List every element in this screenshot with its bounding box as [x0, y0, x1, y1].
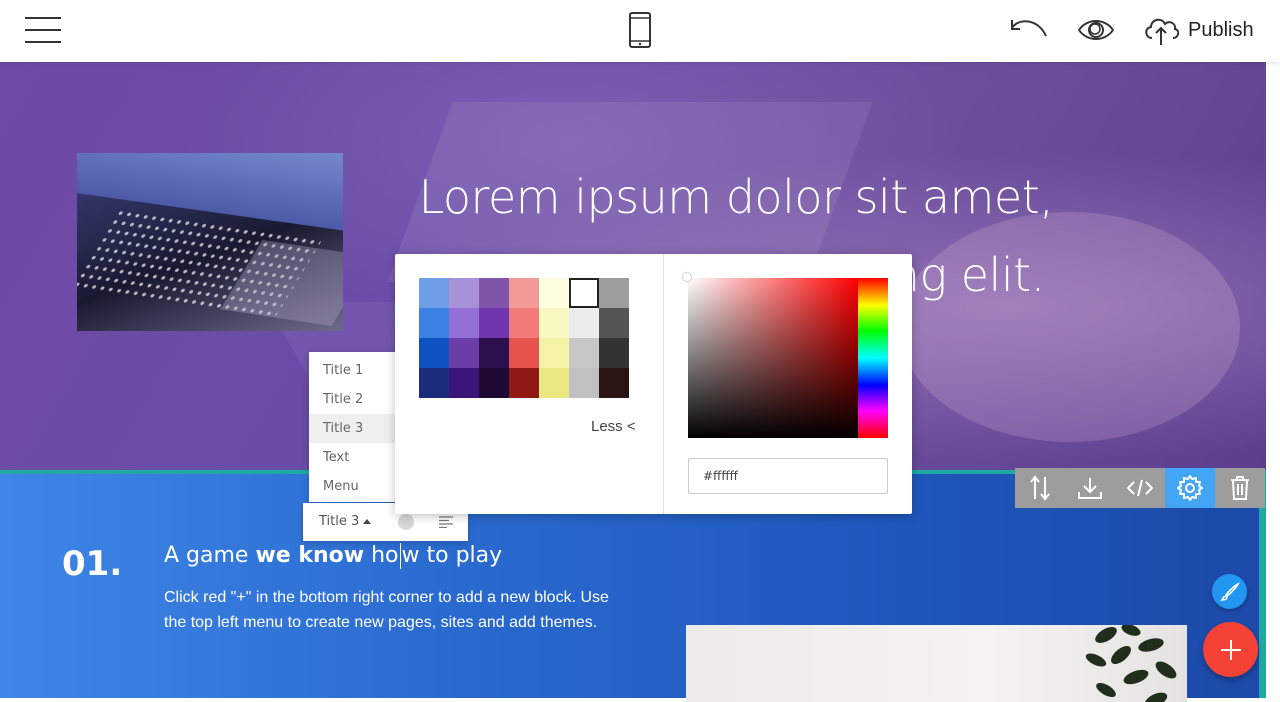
eye-icon[interactable]: [1077, 17, 1115, 43]
text-style-select[interactable]: Title 3: [319, 514, 372, 529]
color-swatch[interactable]: [509, 308, 539, 338]
color-swatch[interactable]: [419, 368, 449, 398]
picker-divider: [663, 254, 664, 514]
align-left-icon[interactable]: [438, 516, 454, 528]
hex-color-input[interactable]: [688, 458, 888, 494]
trash-icon[interactable]: [1215, 468, 1265, 508]
color-swatch[interactable]: [449, 308, 479, 338]
move-updown-icon[interactable]: [1015, 468, 1065, 508]
menu-item-title-2[interactable]: Title 2: [309, 385, 395, 414]
gear-icon[interactable]: [1165, 468, 1215, 508]
save-block-icon[interactable]: [1065, 468, 1115, 508]
color-swatch[interactable]: [479, 278, 509, 308]
text-style-menu: Title 1 Title 2 Title 3 Text Menu: [309, 352, 395, 502]
color-swatch[interactable]: [509, 368, 539, 398]
code-icon[interactable]: [1115, 468, 1165, 508]
color-picker-handle[interactable]: [683, 273, 691, 281]
add-block-button[interactable]: [1203, 622, 1258, 677]
color-swatch[interactable]: [509, 338, 539, 368]
feature-number[interactable]: 01.: [62, 544, 122, 584]
saturation-value-area[interactable]: [688, 278, 858, 438]
hamburger-icon[interactable]: [25, 16, 61, 44]
menu-item-title-1[interactable]: Title 1: [309, 356, 395, 385]
feature-heading[interactable]: A game we know ho w to play: [164, 543, 502, 569]
color-swatch[interactable]: [539, 338, 569, 368]
hero-laptop-image: [77, 153, 343, 331]
feature-image: [686, 625, 1187, 702]
color-swatch[interactable]: [569, 308, 599, 338]
menu-item-text[interactable]: Text: [309, 443, 395, 472]
plant-image: [1085, 625, 1177, 702]
color-swatch[interactable]: [539, 308, 569, 338]
color-swatch[interactable]: [539, 368, 569, 398]
color-swatch[interactable]: [599, 278, 629, 308]
color-picker: Less <: [395, 254, 912, 514]
color-swatch[interactable]: [449, 278, 479, 308]
mobile-phone-icon[interactable]: [629, 12, 651, 48]
less-colors-button[interactable]: Less <: [591, 418, 636, 435]
cloud-upload-icon: [1145, 18, 1180, 45]
color-swatch[interactable]: [449, 368, 479, 398]
text-cursor: [399, 543, 401, 569]
plus-icon: [1220, 639, 1241, 660]
color-swatch[interactable]: [599, 308, 629, 338]
color-swatch[interactable]: [569, 338, 599, 368]
undo-icon[interactable]: [1008, 16, 1048, 42]
color-swatch[interactable]: [479, 338, 509, 368]
color-swatch-grid: [419, 278, 629, 398]
color-swatch[interactable]: [479, 308, 509, 338]
publish-button[interactable]: Publish: [1142, 12, 1254, 48]
triangle-up-icon: [363, 519, 372, 524]
color-swatch[interactable]: [569, 278, 599, 308]
top-toolbar: Publish: [0, 0, 1280, 62]
color-swatch[interactable]: [599, 338, 629, 368]
color-swatch[interactable]: [479, 368, 509, 398]
color-swatch[interactable]: [509, 278, 539, 308]
color-swatch[interactable]: [419, 338, 449, 368]
text-color-button[interactable]: [398, 514, 414, 530]
block-toolbar: [1015, 468, 1265, 508]
color-swatch[interactable]: [419, 278, 449, 308]
paint-brush-icon[interactable]: [1212, 574, 1247, 609]
color-swatch[interactable]: [419, 308, 449, 338]
menu-item-title-3[interactable]: Title 3: [309, 414, 395, 443]
color-swatch[interactable]: [449, 338, 479, 368]
color-swatch[interactable]: [539, 278, 569, 308]
feature-body[interactable]: Click red "+" in the bottom right corner…: [164, 585, 614, 635]
menu-item-menu[interactable]: Menu: [309, 472, 395, 501]
hue-slider[interactable]: [858, 278, 888, 438]
color-swatch[interactable]: [569, 368, 599, 398]
publish-label: Publish: [1188, 18, 1254, 41]
color-swatch[interactable]: [599, 368, 629, 398]
